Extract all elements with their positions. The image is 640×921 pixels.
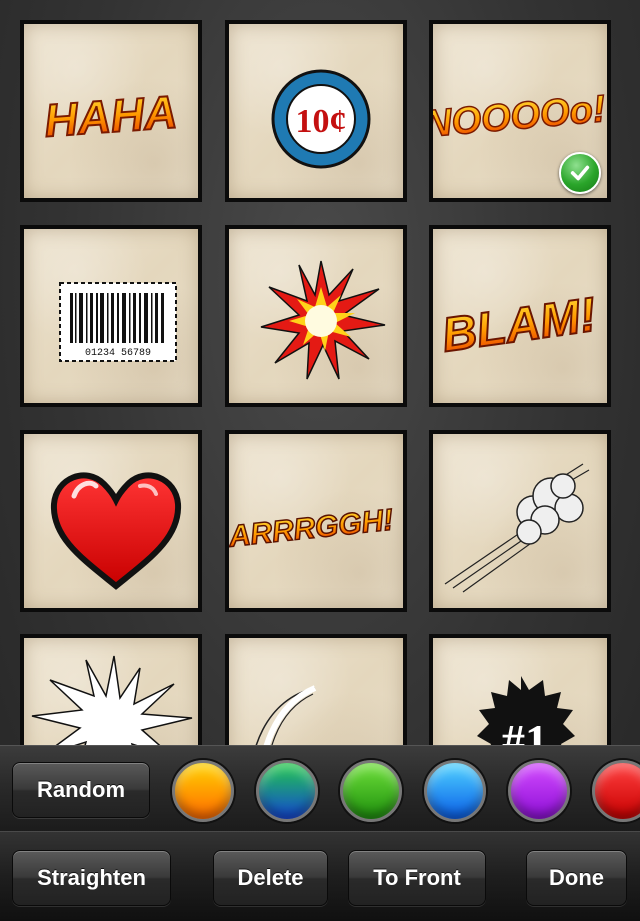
sticker-noooo[interactable]: NOOOOo! — [429, 20, 611, 202]
blam-sticker-art: BLAM! — [438, 287, 601, 363]
barcode-sticker-art: 01234 56789 — [59, 282, 177, 362]
action-toolbar: Straighten Delete To Front Done — [0, 831, 640, 921]
sticker-arrrggh[interactable]: ARRRGGH! — [225, 430, 407, 612]
price-text: 10¢ — [296, 103, 347, 140]
sticker-heart[interactable] — [20, 430, 202, 612]
color-swatch-red[interactable] — [592, 760, 640, 822]
sticker-haha[interactable]: HAHA — [20, 20, 202, 202]
done-button[interactable]: Done — [526, 850, 627, 906]
color-swatch-purple[interactable] — [508, 760, 570, 822]
sticker-starburst[interactable] — [20, 634, 202, 745]
sticker-explosion[interactable] — [225, 225, 407, 407]
haha-text: HAHA — [43, 85, 179, 146]
noooo-text: NOOOOo! — [433, 88, 607, 146]
random-button[interactable]: Random — [12, 762, 150, 818]
starburst-icon — [31, 655, 193, 745]
selected-checkmark-icon — [559, 152, 601, 194]
blam-text: BLAM! — [439, 288, 600, 362]
barcode-number: 01234 56789 — [85, 348, 151, 359]
dust-cloud-icon — [444, 463, 590, 593]
sticker-price-10c[interactable]: 10¢ — [225, 20, 407, 202]
color-swatch-green-blue[interactable] — [256, 760, 318, 822]
sticker-number-one[interactable]: #1 — [429, 634, 611, 745]
number-one-text: #1 — [502, 715, 548, 745]
sticker-barcode[interactable]: 01234 56789 — [20, 225, 202, 407]
sticker-grid: HAHA 10¢ NOOOOo! 01234 56789 BLAM! ARRRG… — [0, 0, 640, 745]
color-toolbar: Random — [0, 745, 640, 832]
color-swatch-blue[interactable] — [424, 760, 486, 822]
sticker-blam[interactable]: BLAM! — [429, 225, 611, 407]
explosion-icon — [260, 260, 386, 380]
to-front-button[interactable]: To Front — [348, 850, 486, 906]
haha-sticker-art: HAHA — [42, 84, 180, 147]
sticker-dust-cloud[interactable] — [429, 430, 611, 612]
delete-button[interactable]: Delete — [213, 850, 328, 906]
number-one-badge-art: #1 — [477, 676, 575, 745]
color-swatch-green[interactable] — [340, 760, 402, 822]
swoosh-icon — [255, 685, 317, 745]
color-swatch-orange[interactable] — [172, 760, 234, 822]
sticker-swoosh[interactable] — [225, 634, 407, 745]
price-badge-art: 10¢ — [271, 69, 371, 169]
straighten-button[interactable]: Straighten — [12, 850, 171, 906]
arrrggh-text: ARRRGGH! — [229, 503, 395, 553]
arrrggh-sticker-art: ARRRGGH! — [229, 503, 396, 555]
heart-icon — [50, 472, 182, 590]
